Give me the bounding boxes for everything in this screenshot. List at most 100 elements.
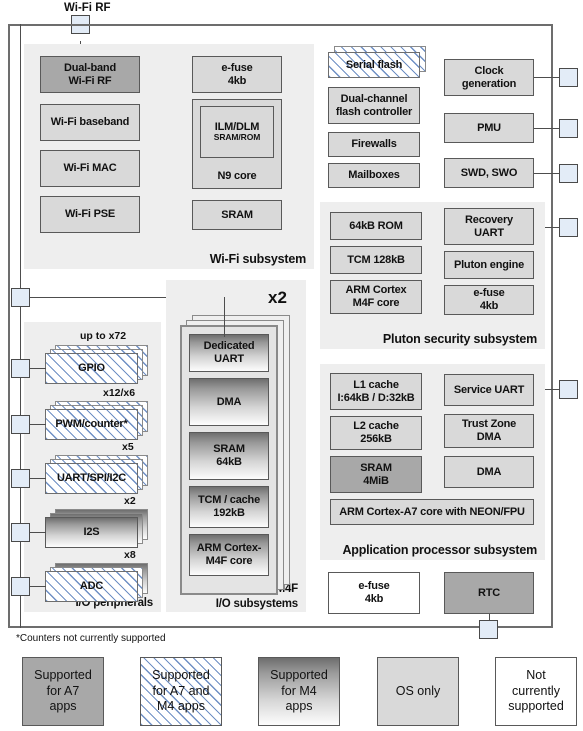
swd-swo-wire (534, 173, 560, 174)
clock-generation-pad[interactable] (559, 68, 578, 87)
n9-core-label: N9 core (217, 170, 257, 183)
m4-core-line2: M4F core (205, 555, 253, 567)
pluton-rom-block[interactable]: 64kB ROM (330, 212, 422, 240)
dual-channel-flash-controller-block[interactable]: Dual-channel flash controller (328, 87, 420, 124)
l1-cache-block[interactable]: L1 cache I:64kB / D:32kB (330, 373, 422, 410)
ilm-dlm-sublabel: SRAM/ROM (213, 132, 261, 143)
adc-wire (30, 586, 46, 587)
legend-a7-m4-line1: Supported (152, 668, 210, 683)
bottom-efuse-line2: 4kb (364, 593, 384, 605)
legend-a7-line3: apps (49, 699, 77, 714)
mailboxes-block[interactable]: Mailboxes (328, 163, 420, 188)
cortex-m4f-io-label-line2: I/O subsystems (215, 598, 298, 610)
gpio-block[interactable]: GPIO (45, 353, 138, 384)
pluton-core-line2: M4F core (352, 297, 400, 309)
swd-swo-pad[interactable] (559, 164, 578, 183)
legend-not-supported-line2: currently (512, 683, 560, 698)
pluton-efuse-block[interactable]: e-fuse 4kb (444, 285, 534, 315)
cortex-a7-core-label: ARM Cortex-A7 core with NEON/FPU (339, 505, 525, 518)
uart-spi-i2c-pad[interactable] (11, 469, 30, 488)
legend-a7-m4-box: Supported for A7 and M4 apps (140, 657, 222, 726)
ap-sram-block[interactable]: SRAM 4MiB (330, 456, 422, 493)
l1-cache-line1: L1 cache (353, 378, 399, 391)
rtc-pad[interactable] (479, 620, 498, 639)
trust-zone-dma-block[interactable]: Trust Zone DMA (444, 414, 534, 448)
pluton-efuse-line1: e-fuse (473, 287, 505, 300)
uart-spi-i2c-multiplier: x5 (122, 441, 134, 453)
l2-cache-block[interactable]: L2 cache 256kB (330, 416, 422, 450)
uart-spi-i2c-wire (30, 478, 46, 479)
ilm-dlm-block[interactable]: ILM/DLM SRAM/ROM (200, 106, 274, 158)
adc-block[interactable]: ADC (45, 571, 138, 602)
i2s-pad[interactable] (11, 523, 30, 542)
pluton-core-line1: ARM Cortex (345, 284, 407, 297)
pwm-counter-block[interactable]: PWM/counter* (45, 409, 138, 440)
adc-pad[interactable] (11, 577, 30, 596)
pmu-label: PMU (477, 121, 501, 134)
recovery-uart-pad[interactable] (559, 218, 578, 237)
gpio-pad[interactable] (11, 359, 30, 378)
left-pad-top[interactable] (11, 288, 30, 307)
clock-generation-wire (534, 77, 560, 78)
pwm-counter-pad[interactable] (11, 415, 30, 434)
i2s-block[interactable]: I2S (45, 517, 138, 548)
l2-cache-line2: 256kB (360, 433, 392, 445)
top-pin-label: Wi-Fi RF (64, 2, 111, 14)
pluton-efuse-line2: 4kb (479, 300, 499, 312)
uart-spi-i2c-block[interactable]: UART/SPI/I2C (45, 463, 138, 494)
wifi-efuse-line1: e-fuse (221, 61, 253, 74)
footnote: *Counters not currently supported (16, 633, 166, 644)
rtc-block[interactable]: RTC (444, 572, 534, 614)
service-uart-block[interactable]: Service UART (444, 374, 534, 406)
wifi-efuse-block[interactable]: e-fuse 4kb (192, 56, 282, 93)
legend-m4-line3: apps (285, 699, 313, 714)
gpio-multiplier: up to x72 (80, 330, 127, 342)
wifi-sram-block[interactable]: SRAM (192, 200, 282, 230)
tcm-cache-block[interactable]: TCM / cache 192kB (189, 486, 269, 528)
legend-not-supported-line1: Not (526, 668, 546, 683)
swd-swo-block[interactable]: SWD, SWO (444, 158, 534, 188)
wifi-pse-block[interactable]: Wi-Fi PSE (40, 196, 140, 233)
mailboxes-label: Mailboxes (348, 169, 400, 182)
wifi-sram-label: SRAM (221, 208, 253, 221)
recovery-uart-block[interactable]: Recovery UART (444, 208, 534, 245)
swd-swo-label: SWD, SWO (460, 166, 518, 179)
i2s-wire (30, 532, 46, 533)
pmu-block[interactable]: PMU (444, 113, 534, 143)
legend-not-supported-line3: supported (508, 699, 564, 714)
legend-m4-line2: for M4 (281, 683, 317, 698)
legend-os-only-label: OS only (395, 683, 441, 698)
legend-not-supported-box: Not currently supported (495, 657, 577, 726)
legend-a7-line2: for A7 (46, 683, 80, 698)
clock-generation-block[interactable]: Clock generation (444, 59, 534, 96)
flash-controller-line2: flash controller (335, 105, 413, 118)
tcm-cache-line1: TCM / cache (198, 494, 260, 507)
wifi-mac-block[interactable]: Wi-Fi MAC (40, 150, 140, 187)
dedicated-uart-block[interactable]: Dedicated UART (189, 334, 269, 372)
pluton-engine-block[interactable]: Pluton engine (444, 251, 534, 279)
rtc-label: RTC (477, 586, 500, 599)
m4-sram-block[interactable]: SRAM 64kB (189, 432, 269, 480)
cortex-a7-core-block[interactable]: ARM Cortex-A7 core with NEON/FPU (330, 499, 534, 525)
pluton-cortex-m4f-core-block[interactable]: ARM Cortex M4F core (330, 280, 422, 314)
firewalls-block[interactable]: Firewalls (328, 132, 420, 157)
service-uart-pad[interactable] (559, 380, 578, 399)
wifi-subsystem-label: Wi-Fi subsystem (209, 252, 306, 266)
pluton-tcm-block[interactable]: TCM 128kB (330, 246, 422, 274)
m4-dma-block[interactable]: DMA (189, 378, 269, 426)
pwm-counter-multiplier: x12/x6 (103, 387, 136, 399)
m4-dma-label: DMA (216, 395, 242, 408)
trust-zone-dma-line1: Trust Zone (461, 418, 517, 431)
ap-dma-block[interactable]: DMA (444, 456, 534, 488)
serial-flash-block[interactable]: Serial flash (328, 52, 420, 78)
bottom-efuse-block[interactable]: e-fuse 4kb (328, 572, 420, 614)
pmu-wire (534, 128, 560, 129)
l2-cache-line1: L2 cache (353, 420, 399, 433)
legend-a7-line1: Supported (34, 668, 92, 683)
dual-band-wifi-rf-block[interactable]: Dual-band Wi-Fi RF (40, 56, 140, 93)
wifi-baseband-label: Wi-Fi baseband (50, 116, 130, 129)
pmu-pad[interactable] (559, 119, 578, 138)
m4-core-block[interactable]: ARM Cortex- M4F core (189, 534, 269, 576)
wifi-baseband-block[interactable]: Wi-Fi baseband (40, 104, 140, 141)
recovery-uart-line1: Recovery (465, 213, 513, 226)
